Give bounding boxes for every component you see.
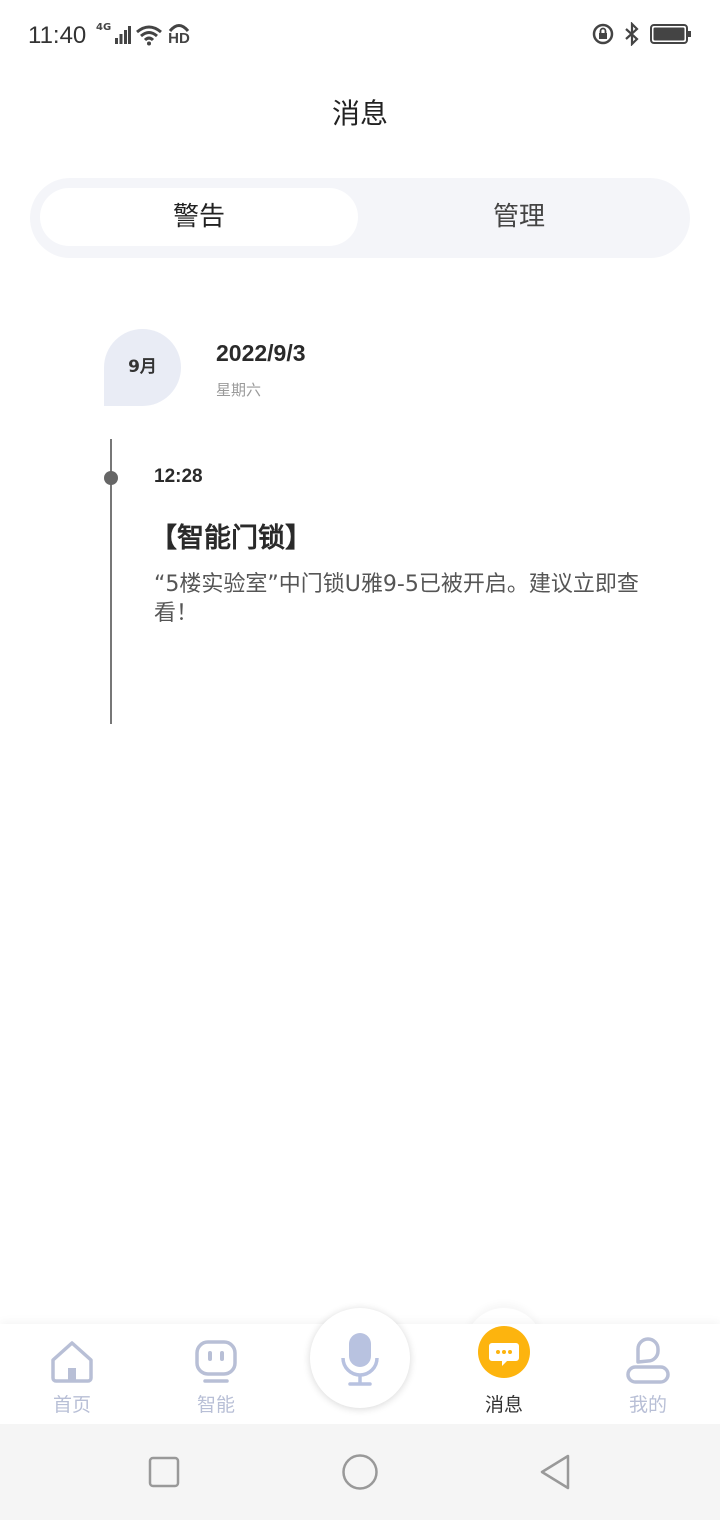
nav-profile-label: 我的 xyxy=(628,1394,667,1416)
bluetooth-icon xyxy=(625,22,639,46)
recent-apps-icon[interactable] xyxy=(148,1456,180,1488)
nav-home[interactable]: 首页 xyxy=(22,1324,122,1424)
status-time: 11:40 xyxy=(28,22,87,49)
event-time: 12:28 xyxy=(154,466,203,487)
message-icon xyxy=(478,1326,530,1378)
nav-profile[interactable]: 我的 xyxy=(598,1324,698,1424)
status-bar: 11:40 4G HD xyxy=(0,0,720,74)
nav-home-label: 首页 xyxy=(52,1394,91,1416)
voice-button[interactable] xyxy=(310,1308,410,1408)
tab-management[interactable]: 管理 xyxy=(360,188,678,246)
month-badge: 9月 xyxy=(104,329,181,406)
weekday-label: 星期六 xyxy=(216,381,262,399)
system-nav-bar xyxy=(0,1424,720,1520)
hd-call-icon: HD xyxy=(167,22,191,48)
status-icons-left: 4G HD xyxy=(96,22,191,48)
microphone-icon xyxy=(341,1333,379,1386)
hd-label: HD xyxy=(168,30,190,47)
timeline-dot xyxy=(104,471,118,485)
robot-icon xyxy=(195,1340,237,1383)
nav-smart[interactable]: 智能 xyxy=(166,1324,266,1424)
battery-icon xyxy=(650,24,691,44)
signal-icon xyxy=(115,26,132,44)
tab-switcher: 警告 管理 xyxy=(30,178,690,258)
tab-warnings[interactable]: 警告 xyxy=(40,188,358,246)
user-icon xyxy=(626,1337,670,1384)
back-icon[interactable] xyxy=(538,1453,572,1491)
home-icon xyxy=(51,1341,93,1383)
event-title[interactable]: 【智能门锁】 xyxy=(150,516,312,555)
network-type-label: 4G xyxy=(96,21,112,33)
wifi-icon xyxy=(136,25,163,46)
page-title: 消息 xyxy=(331,97,388,130)
nav-messages[interactable]: 消息 xyxy=(454,1324,554,1424)
nav-smart-label: 智能 xyxy=(196,1394,235,1416)
status-icons-right xyxy=(592,22,692,46)
home-circle-icon[interactable] xyxy=(341,1453,379,1491)
rotation-lock-icon xyxy=(592,23,614,45)
event-body[interactable]: “5楼实验室”中门锁U雅9-5已被开启。建议立即查看！ xyxy=(154,570,674,628)
nav-messages-label: 消息 xyxy=(484,1394,523,1416)
date-label: 2022/9/3 xyxy=(216,340,306,366)
